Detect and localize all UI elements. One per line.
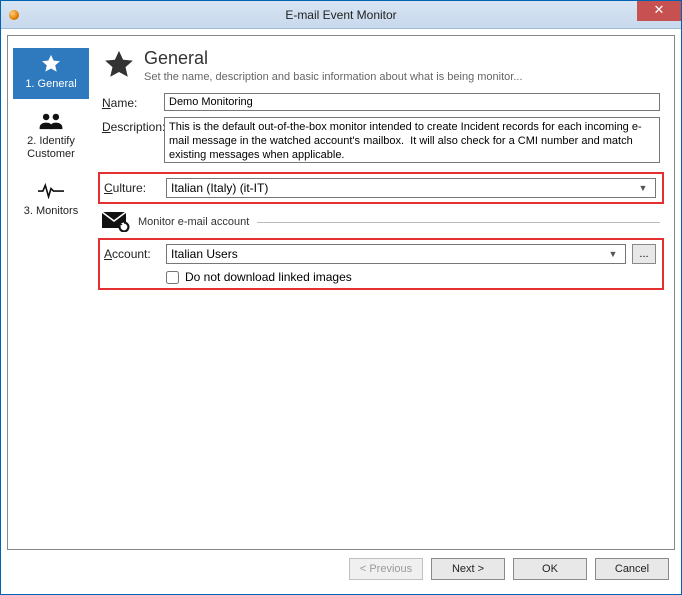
wizard-sidebar: 1. General 2. Identify Customer	[8, 36, 94, 549]
chevron-down-icon: ▼	[605, 249, 621, 259]
page-header: General Set the name, description and ba…	[102, 48, 660, 83]
account-browse-button[interactable]: ...	[632, 244, 656, 264]
page-title: General	[144, 48, 523, 69]
chevron-down-icon: ▼	[635, 183, 651, 193]
step-label: 1. General	[13, 78, 89, 91]
name-label: Name:	[102, 93, 164, 110]
previous-button: < Previous	[349, 558, 423, 580]
ok-button[interactable]: OK	[513, 558, 587, 580]
download-images-label: Do not download linked images	[185, 270, 352, 284]
window-title: E-mail Event Monitor	[1, 8, 681, 22]
step-identify-customer[interactable]: 2. Identify Customer	[13, 105, 89, 169]
account-value: Italian Users	[171, 247, 238, 261]
star-icon	[13, 52, 89, 76]
email-event-monitor-window: E-mail Event Monitor ✕ 1. General	[0, 0, 682, 595]
description-row: Description:	[102, 117, 660, 166]
step-label: 3. Monitors	[13, 205, 89, 218]
next-button[interactable]: Next >	[431, 558, 505, 580]
people-icon	[13, 109, 89, 133]
window-body: 1. General 2. Identify Customer	[1, 29, 681, 594]
download-images-checkbox[interactable]	[166, 271, 179, 284]
culture-highlight: Culture: Italian (Italy) (it-IT) ▼	[98, 172, 664, 204]
main-panel: General Set the name, description and ba…	[94, 36, 674, 549]
culture-row: Culture: Italian (Italy) (it-IT) ▼	[104, 178, 656, 198]
page-subtitle: Set the name, description and basic info…	[144, 71, 523, 83]
wizard-footer: < Previous Next > OK Cancel	[7, 550, 675, 588]
account-combo[interactable]: Italian Users ▼	[166, 244, 626, 264]
close-button[interactable]: ✕	[637, 1, 681, 21]
divider	[257, 222, 660, 223]
culture-label: Culture:	[104, 178, 166, 195]
monitor-account-section: Monitor e-mail account	[102, 212, 660, 232]
step-general[interactable]: 1. General	[13, 48, 89, 99]
step-label: 2. Identify Customer	[13, 135, 89, 161]
description-input[interactable]	[164, 117, 660, 163]
account-label: Account:	[104, 244, 166, 261]
titlebar[interactable]: E-mail Event Monitor ✕	[1, 1, 681, 29]
activity-icon	[13, 179, 89, 203]
star-icon	[102, 48, 136, 82]
culture-value: Italian (Italy) (it-IT)	[171, 181, 268, 195]
name-row: Name:	[102, 93, 660, 111]
download-images-row: Do not download linked images	[104, 270, 656, 284]
section-label: Monitor e-mail account	[138, 216, 249, 228]
description-label: Description:	[102, 117, 164, 134]
envelope-refresh-icon	[102, 212, 130, 232]
culture-combo[interactable]: Italian (Italy) (it-IT) ▼	[166, 178, 656, 198]
account-row: Account: Italian Users ▼ ...	[104, 244, 656, 264]
account-highlight: Account: Italian Users ▼ ... Do not down…	[98, 238, 664, 290]
name-input[interactable]	[164, 93, 660, 111]
step-monitors[interactable]: 3. Monitors	[13, 175, 89, 226]
content-frame: 1. General 2. Identify Customer	[7, 35, 675, 550]
cancel-button[interactable]: Cancel	[595, 558, 669, 580]
